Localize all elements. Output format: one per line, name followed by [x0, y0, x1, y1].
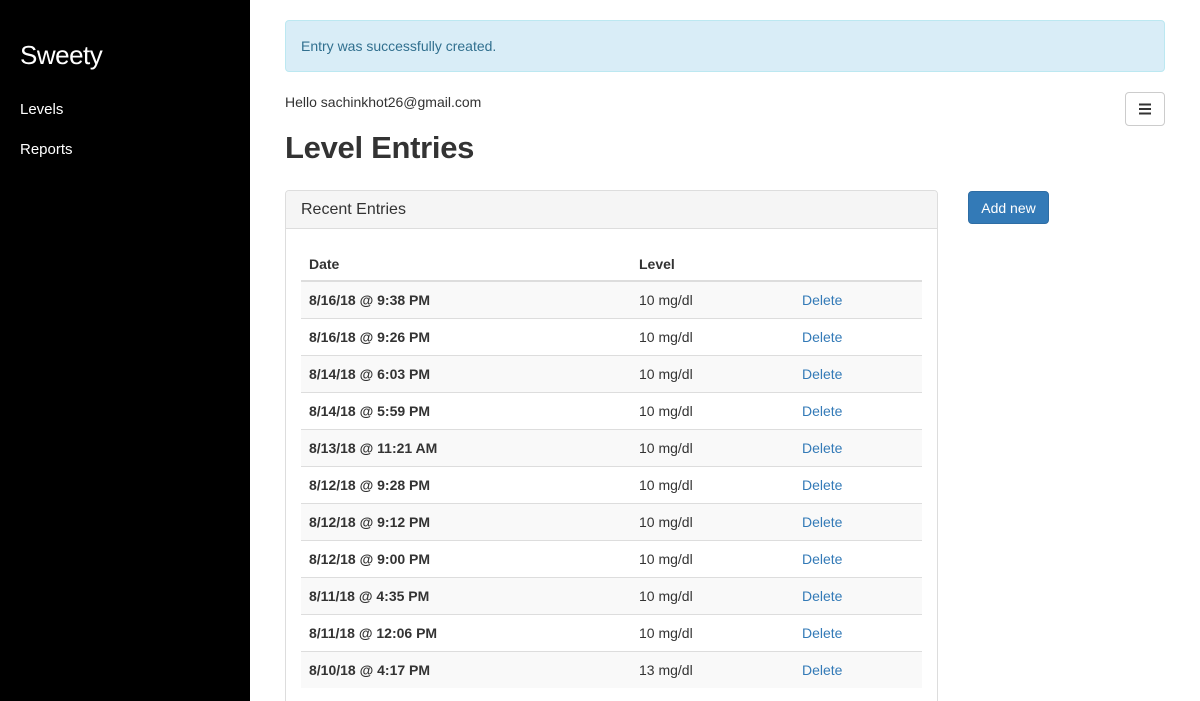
delete-link[interactable]: Delete: [802, 477, 842, 493]
column-header-level: Level: [631, 244, 794, 282]
table-row: 8/16/18 @ 9:26 PM 10 mg/dl Delete: [301, 317, 922, 355]
sidebar: Sweety Levels Reports: [0, 0, 250, 701]
delete-link[interactable]: Delete: [802, 551, 842, 567]
entry-date: 8/16/18 @ 9:26 PM: [301, 317, 631, 355]
entry-actions: Delete: [794, 539, 922, 577]
entry-date: 8/12/18 @ 9:12 PM: [301, 502, 631, 540]
table-row: 8/11/18 @ 4:35 PM 10 mg/dl Delete: [301, 576, 922, 614]
entry-date: 8/11/18 @ 4:35 PM: [301, 576, 631, 614]
success-alert: Entry was successfully created.: [285, 20, 1165, 72]
delete-link[interactable]: Delete: [802, 292, 842, 308]
delete-link[interactable]: Delete: [802, 514, 842, 530]
entry-level: 13 mg/dl: [631, 650, 794, 688]
delete-link[interactable]: Delete: [802, 662, 842, 678]
recent-entries-panel: Recent Entries Date Level 8/16/18 @ 9:38…: [285, 190, 938, 701]
user-greeting: Hello sachinkhot26@gmail.com: [285, 94, 482, 110]
entry-actions: Delete: [794, 354, 922, 392]
entry-actions: Delete: [794, 502, 922, 540]
entry-date: 8/16/18 @ 9:38 PM: [301, 281, 631, 318]
entry-level: 10 mg/dl: [631, 428, 794, 466]
brand-logo[interactable]: Sweety: [20, 40, 103, 71]
menu-toggle-button[interactable]: [1125, 92, 1165, 126]
delete-link[interactable]: Delete: [802, 625, 842, 641]
sidebar-item-levels[interactable]: Levels: [20, 101, 63, 118]
entry-actions: Delete: [794, 281, 922, 318]
entry-date: 8/10/18 @ 4:17 PM: [301, 650, 631, 688]
table-row: 8/14/18 @ 6:03 PM 10 mg/dl Delete: [301, 354, 922, 392]
table-row: 8/13/18 @ 11:21 AM 10 mg/dl Delete: [301, 428, 922, 466]
delete-link[interactable]: Delete: [802, 403, 842, 419]
delete-link[interactable]: Delete: [802, 440, 842, 456]
entry-date: 8/13/18 @ 11:21 AM: [301, 428, 631, 466]
entry-actions: Delete: [794, 465, 922, 503]
entry-level: 10 mg/dl: [631, 317, 794, 355]
table-row: 8/11/18 @ 12:06 PM 10 mg/dl Delete: [301, 613, 922, 651]
page-title: Level Entries: [285, 130, 475, 165]
entry-level: 10 mg/dl: [631, 539, 794, 577]
column-header-actions: [794, 244, 922, 282]
hamburger-icon: [1139, 103, 1151, 115]
entry-level: 10 mg/dl: [631, 502, 794, 540]
table-row: 8/12/18 @ 9:12 PM 10 mg/dl Delete: [301, 502, 922, 540]
delete-link[interactable]: Delete: [802, 366, 842, 382]
panel-body: Date Level 8/16/18 @ 9:38 PM 10 mg/dl Dele…: [286, 229, 937, 688]
sidebar-item-reports[interactable]: Reports: [20, 141, 73, 158]
table-row: 8/14/18 @ 5:59 PM 10 mg/dl Delete: [301, 391, 922, 429]
entry-level: 10 mg/dl: [631, 281, 794, 318]
entry-actions: Delete: [794, 391, 922, 429]
entry-date: 8/11/18 @ 12:06 PM: [301, 613, 631, 651]
table-row: 8/12/18 @ 9:00 PM 10 mg/dl Delete: [301, 539, 922, 577]
entry-date: 8/12/18 @ 9:28 PM: [301, 465, 631, 503]
entry-actions: Delete: [794, 576, 922, 614]
delete-link[interactable]: Delete: [802, 329, 842, 345]
panel-title: Recent Entries: [286, 191, 937, 229]
entry-actions: Delete: [794, 613, 922, 651]
entry-level: 10 mg/dl: [631, 391, 794, 429]
table-row: 8/10/18 @ 4:17 PM 13 mg/dl Delete: [301, 650, 922, 688]
entry-actions: Delete: [794, 650, 922, 688]
entry-actions: Delete: [794, 428, 922, 466]
entry-level: 10 mg/dl: [631, 576, 794, 614]
table-header-row: Date Level: [301, 244, 922, 282]
delete-link[interactable]: Delete: [802, 588, 842, 604]
entry-date: 8/12/18 @ 9:00 PM: [301, 539, 631, 577]
entry-level: 10 mg/dl: [631, 465, 794, 503]
entry-actions: Delete: [794, 317, 922, 355]
entry-level: 10 mg/dl: [631, 354, 794, 392]
table-row: 8/12/18 @ 9:28 PM 10 mg/dl Delete: [301, 465, 922, 503]
entries-table: Date Level 8/16/18 @ 9:38 PM 10 mg/dl Dele…: [301, 244, 922, 688]
column-header-date: Date: [301, 244, 631, 282]
add-new-button[interactable]: Add new: [968, 191, 1049, 224]
table-row: 8/16/18 @ 9:38 PM 10 mg/dl Delete: [301, 281, 922, 318]
entry-date: 8/14/18 @ 5:59 PM: [301, 391, 631, 429]
entry-level: 10 mg/dl: [631, 613, 794, 651]
entry-date: 8/14/18 @ 6:03 PM: [301, 354, 631, 392]
